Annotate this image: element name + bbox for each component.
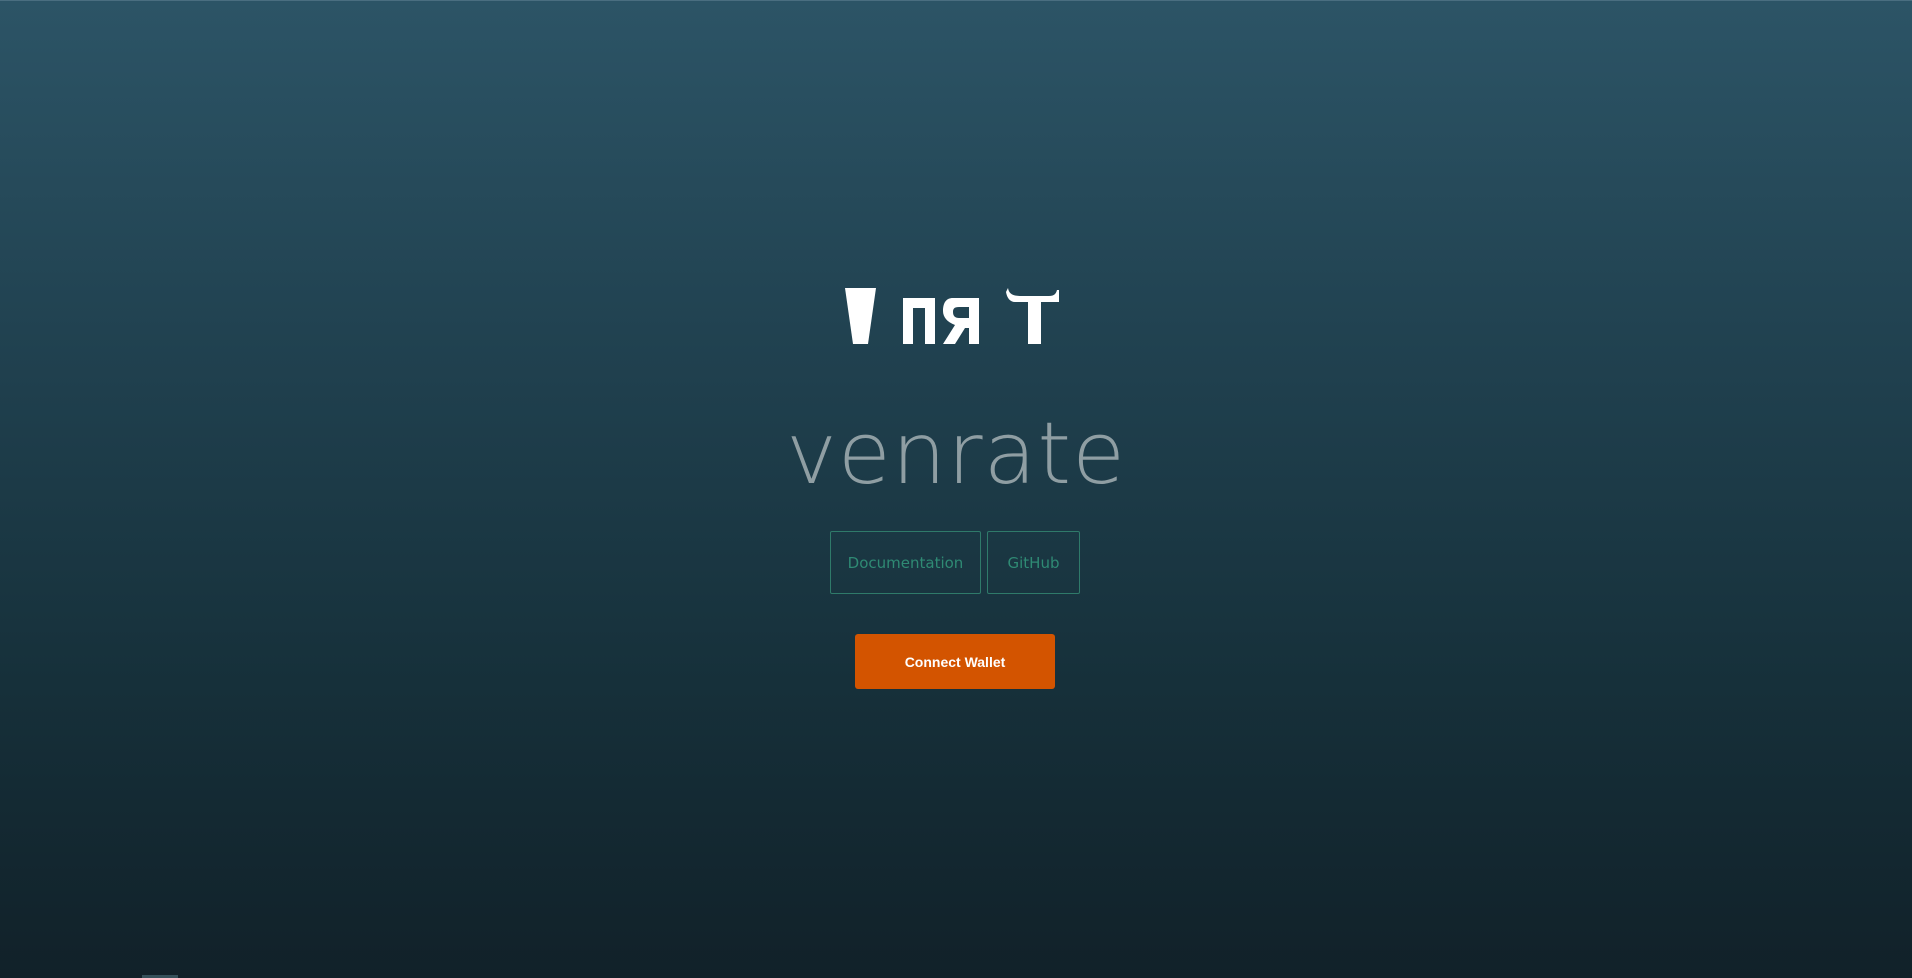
- connect-wallet-button[interactable]: Connect Wallet: [855, 634, 1055, 689]
- logo-glyph-v: [845, 288, 876, 344]
- brand-wordmark: venrate: [786, 404, 1126, 504]
- documentation-button[interactable]: Documentation: [830, 531, 981, 594]
- venrate-logo: [845, 288, 1059, 344]
- logo-glyph-ya: [943, 298, 979, 344]
- logo-glyph-t: [1006, 288, 1059, 344]
- landing-hero: venrate Documentation GitHub Connect Wal…: [0, 0, 1912, 978]
- logo-glyph-pi: [903, 298, 935, 344]
- github-button[interactable]: GitHub: [987, 531, 1080, 594]
- resource-links: Documentation GitHub: [830, 531, 1080, 594]
